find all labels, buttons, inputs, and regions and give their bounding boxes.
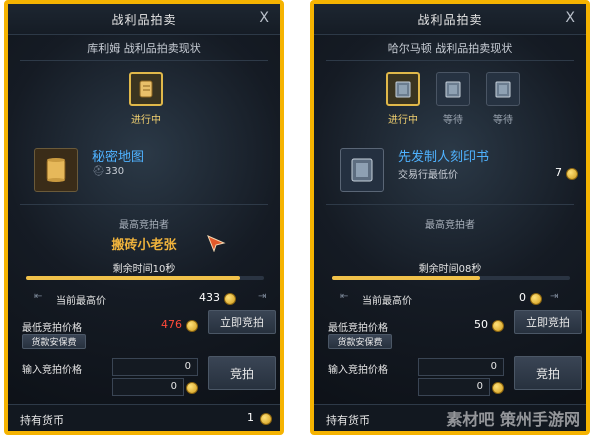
buyout-button[interactable]: 立即竞拍 [208, 310, 276, 334]
time-progress-fill [26, 276, 241, 280]
cursor-icon [207, 235, 226, 252]
arrow-right-icon: ⇥ [258, 291, 267, 302]
coin-icon [186, 320, 198, 332]
input-bid-label: 输入竞拍价格 [22, 365, 82, 376]
coin-icon [530, 293, 542, 305]
slot-status-label: 等待 [493, 115, 513, 126]
coin-icon [566, 168, 578, 180]
bid-button[interactable]: 竞拍 [208, 356, 276, 390]
time-progress-fill [332, 276, 480, 280]
coin-icon [492, 320, 504, 332]
panel-title: 战利品拍卖 X [8, 4, 280, 35]
scroll-icon [139, 80, 153, 98]
remaining-time: 剩余时间10秒 [112, 264, 176, 275]
auction-subtitle: 库利姆 战利品拍卖现状 [87, 42, 201, 55]
bid-amount-input[interactable]: 0 [418, 358, 504, 376]
watermark: 素材吧 策州手游网 [446, 410, 580, 429]
divider [20, 204, 268, 205]
bid-amount-input-2[interactable]: 0 [112, 378, 184, 396]
currency-label: 持有货币 [326, 414, 370, 427]
slot-active[interactable] [386, 72, 420, 106]
min-bid-label: 最低竞拍价格 [22, 323, 82, 334]
guarantee-fee-button[interactable]: 货款安保费 [328, 334, 392, 349]
coin-icon [224, 293, 236, 305]
highest-bidder-label: 最高竞拍者 [425, 220, 475, 231]
slot-waiting-1[interactable] [436, 72, 470, 106]
panel-title: 战利品拍卖 X [314, 4, 586, 35]
coin-icon [492, 382, 504, 394]
arrow-right-icon: ⇥ [550, 291, 559, 302]
current-highest-label: 当前最高价 [56, 296, 106, 307]
currency-label: 持有货币 [20, 414, 64, 427]
slot-status-label: 进行中 [131, 115, 161, 126]
panel-title-text: 战利品拍卖 [111, 12, 177, 27]
buyout-button[interactable]: 立即竞拍 [514, 310, 582, 334]
book-icon [445, 81, 461, 98]
bid-button[interactable]: 竞拍 [514, 356, 582, 390]
slot-status-label: 等待 [443, 115, 463, 126]
book-icon [395, 81, 411, 98]
close-button[interactable]: X [259, 10, 270, 26]
highest-bidder-label: 最高竞拍者 [119, 220, 169, 231]
map-scroll-icon [34, 148, 78, 192]
current-highest-value: 0 [519, 291, 526, 304]
item-name: 秘密地图 [92, 150, 145, 165]
bid-amount-input[interactable]: 0 [112, 358, 198, 376]
bid-amount-input-2[interactable]: 0 [418, 378, 490, 396]
item-count: 330 [105, 166, 125, 177]
time-progress-bar [332, 276, 570, 280]
slot-waiting-2[interactable] [486, 72, 520, 106]
book-icon [495, 81, 511, 98]
min-bid-value: 50 [474, 318, 488, 331]
auction-panel-left: 战利品拍卖 X 库利姆 战利品拍卖现状 进行中 秘密地图 ⛑ 330 最高竞拍者… [4, 0, 284, 435]
engraving-book-icon [340, 148, 384, 192]
guarantee-fee-button[interactable]: 货款安保费 [22, 334, 86, 349]
divider [326, 60, 574, 61]
item-name: 先发制人刻印书 [398, 150, 490, 165]
coin-icon [186, 382, 198, 394]
divider [326, 204, 574, 205]
highest-bidder-name: 搬砖小老张 [111, 238, 177, 253]
current-highest-label: 当前最高价 [362, 296, 412, 307]
market-lowest-label: 交易行最低价 [398, 170, 458, 181]
panel-title-text: 战利品拍卖 [417, 12, 483, 27]
helmet-icon: ⛑ [92, 166, 105, 177]
time-progress-bar [26, 276, 264, 280]
auction-subtitle: 哈尔马顿 战利品拍卖现状 [387, 42, 513, 55]
auction-panel-right: 战利品拍卖 X 哈尔马顿 战利品拍卖现状 进行中 等待 等待 先发制人刻印书 交… [310, 0, 590, 435]
min-bid-value: 476 [161, 318, 182, 331]
market-lowest-value: 7 [555, 166, 562, 179]
currency-value: 1 [247, 411, 254, 424]
input-bid-label: 输入竞拍价格 [328, 365, 388, 376]
bottom-bar: 持有货币 1 [8, 404, 280, 431]
arrow-left-icon: ⇤ [340, 291, 349, 302]
close-button[interactable]: X [565, 10, 576, 26]
remaining-time: 剩余时间08秒 [418, 264, 482, 275]
slot-active[interactable] [129, 72, 163, 106]
coin-icon [260, 413, 272, 425]
arrow-left-icon: ⇤ [34, 291, 43, 302]
divider [20, 60, 268, 61]
min-bid-label: 最低竞拍价格 [328, 323, 388, 334]
slot-status-label: 进行中 [388, 115, 418, 126]
current-highest-value: 433 [199, 291, 220, 304]
